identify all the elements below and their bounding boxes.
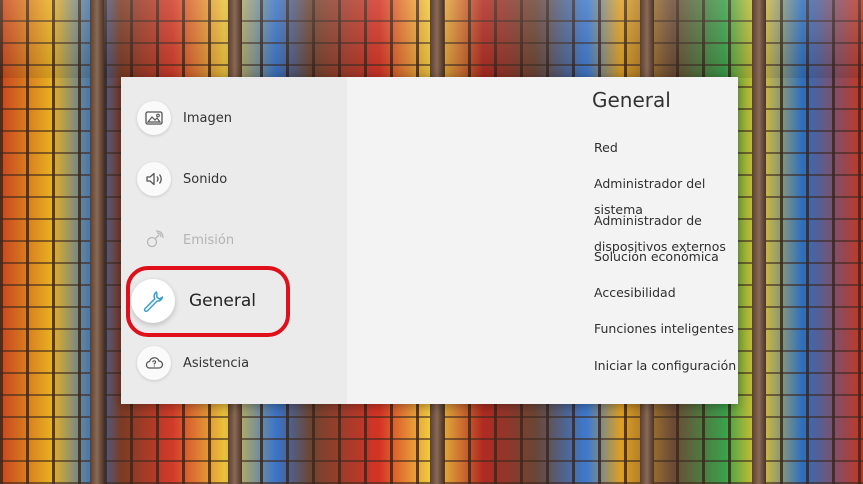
- sidebar-item-emision: Emisión: [121, 209, 347, 271]
- sidebar-item-sonido[interactable]: Sonido: [121, 148, 347, 210]
- sidebar-item-general[interactable]: General: [121, 270, 347, 332]
- page-title: General: [592, 88, 671, 112]
- sidebar-item-label: Asistencia: [183, 355, 250, 371]
- menu-item-funciones-inteligentes[interactable]: Funciones inteligentes: [594, 316, 738, 352]
- settings-sidebar: Imagen Sonido Emisión General Asistencia: [121, 77, 347, 404]
- picture-icon: [137, 101, 171, 135]
- general-menu-list: Red Administrador del sistema Administra…: [594, 135, 738, 389]
- sidebar-item-label: Emisión: [183, 232, 235, 248]
- settings-panel: Imagen Sonido Emisión General Asistencia: [121, 77, 738, 404]
- broadcast-icon: [137, 223, 171, 257]
- menu-item-administrador-dispositivos[interactable]: Administrador de dispositivos externos: [594, 208, 738, 254]
- sidebar-item-label: Imagen: [183, 110, 232, 126]
- sidebar-item-label: General: [189, 291, 256, 311]
- menu-item-accesibilidad[interactable]: Accesibilidad: [594, 280, 738, 316]
- menu-item-iniciar-configuracion[interactable]: Iniciar la configuración: [594, 353, 738, 389]
- help-cloud-icon: [137, 346, 171, 380]
- speaker-icon: [137, 162, 171, 196]
- menu-item-solucion-economica[interactable]: Solución económica: [594, 244, 738, 280]
- wrench-icon: [131, 279, 175, 323]
- sidebar-item-imagen[interactable]: Imagen: [121, 87, 347, 149]
- menu-item-red[interactable]: Red: [594, 135, 738, 171]
- sidebar-item-label: Sonido: [183, 171, 228, 187]
- settings-content: General Red Administrador del sistema Ad…: [347, 77, 738, 404]
- sidebar-item-asistencia[interactable]: Asistencia: [121, 332, 347, 394]
- menu-item-administrador-sistema[interactable]: Administrador del sistema: [594, 171, 738, 217]
- background-pillar: [90, 0, 104, 484]
- background-pillar: [752, 0, 766, 484]
